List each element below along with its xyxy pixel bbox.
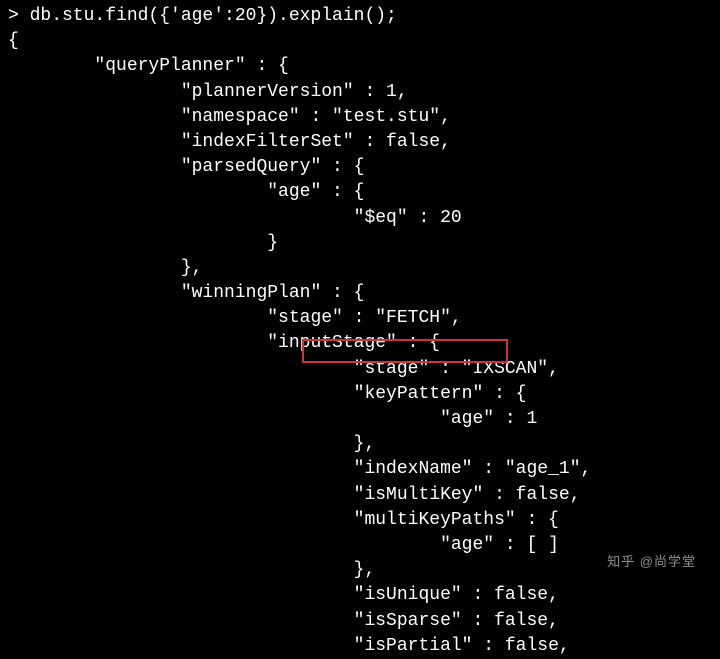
output-line: "isPartial" : false,	[8, 636, 570, 656]
output-line: "age" : [ ]	[8, 535, 559, 555]
output-line: "namespace" : "test.stu",	[8, 107, 451, 127]
output-line: "queryPlanner" : {	[8, 56, 289, 76]
output-line: "multiKeyPaths" : {	[8, 510, 559, 530]
output-line: },	[8, 258, 202, 278]
output-line: "indexName" : "age_1",	[8, 459, 591, 479]
output-line: {	[8, 31, 19, 51]
output-line: "parsedQuery" : {	[8, 157, 364, 177]
output-line: "stage" : "IXSCAN",	[8, 359, 559, 379]
output-line: "$eq" : 20	[8, 208, 462, 228]
output-line: "isUnique" : false,	[8, 585, 559, 605]
watermark: 知乎 @尚学堂	[607, 553, 696, 571]
output-line: "inputStage" : {	[8, 333, 440, 353]
output-line: "age" : 1	[8, 409, 537, 429]
output-line: "isSparse" : false,	[8, 611, 559, 631]
output-line: "winningPlan" : {	[8, 283, 364, 303]
output-line: "stage" : "FETCH",	[8, 308, 462, 328]
command-line: > db.stu.find({'age':20}).explain();	[8, 6, 397, 26]
output-line: },	[8, 560, 375, 580]
output-line: "indexFilterSet" : false,	[8, 132, 451, 152]
output-line: }	[8, 233, 278, 253]
output-line: "isMultiKey" : false,	[8, 485, 581, 505]
output-line: "age" : {	[8, 182, 364, 202]
output-line: "keyPattern" : {	[8, 384, 526, 404]
output-line: },	[8, 434, 375, 454]
output-line: "plannerVersion" : 1,	[8, 82, 408, 102]
